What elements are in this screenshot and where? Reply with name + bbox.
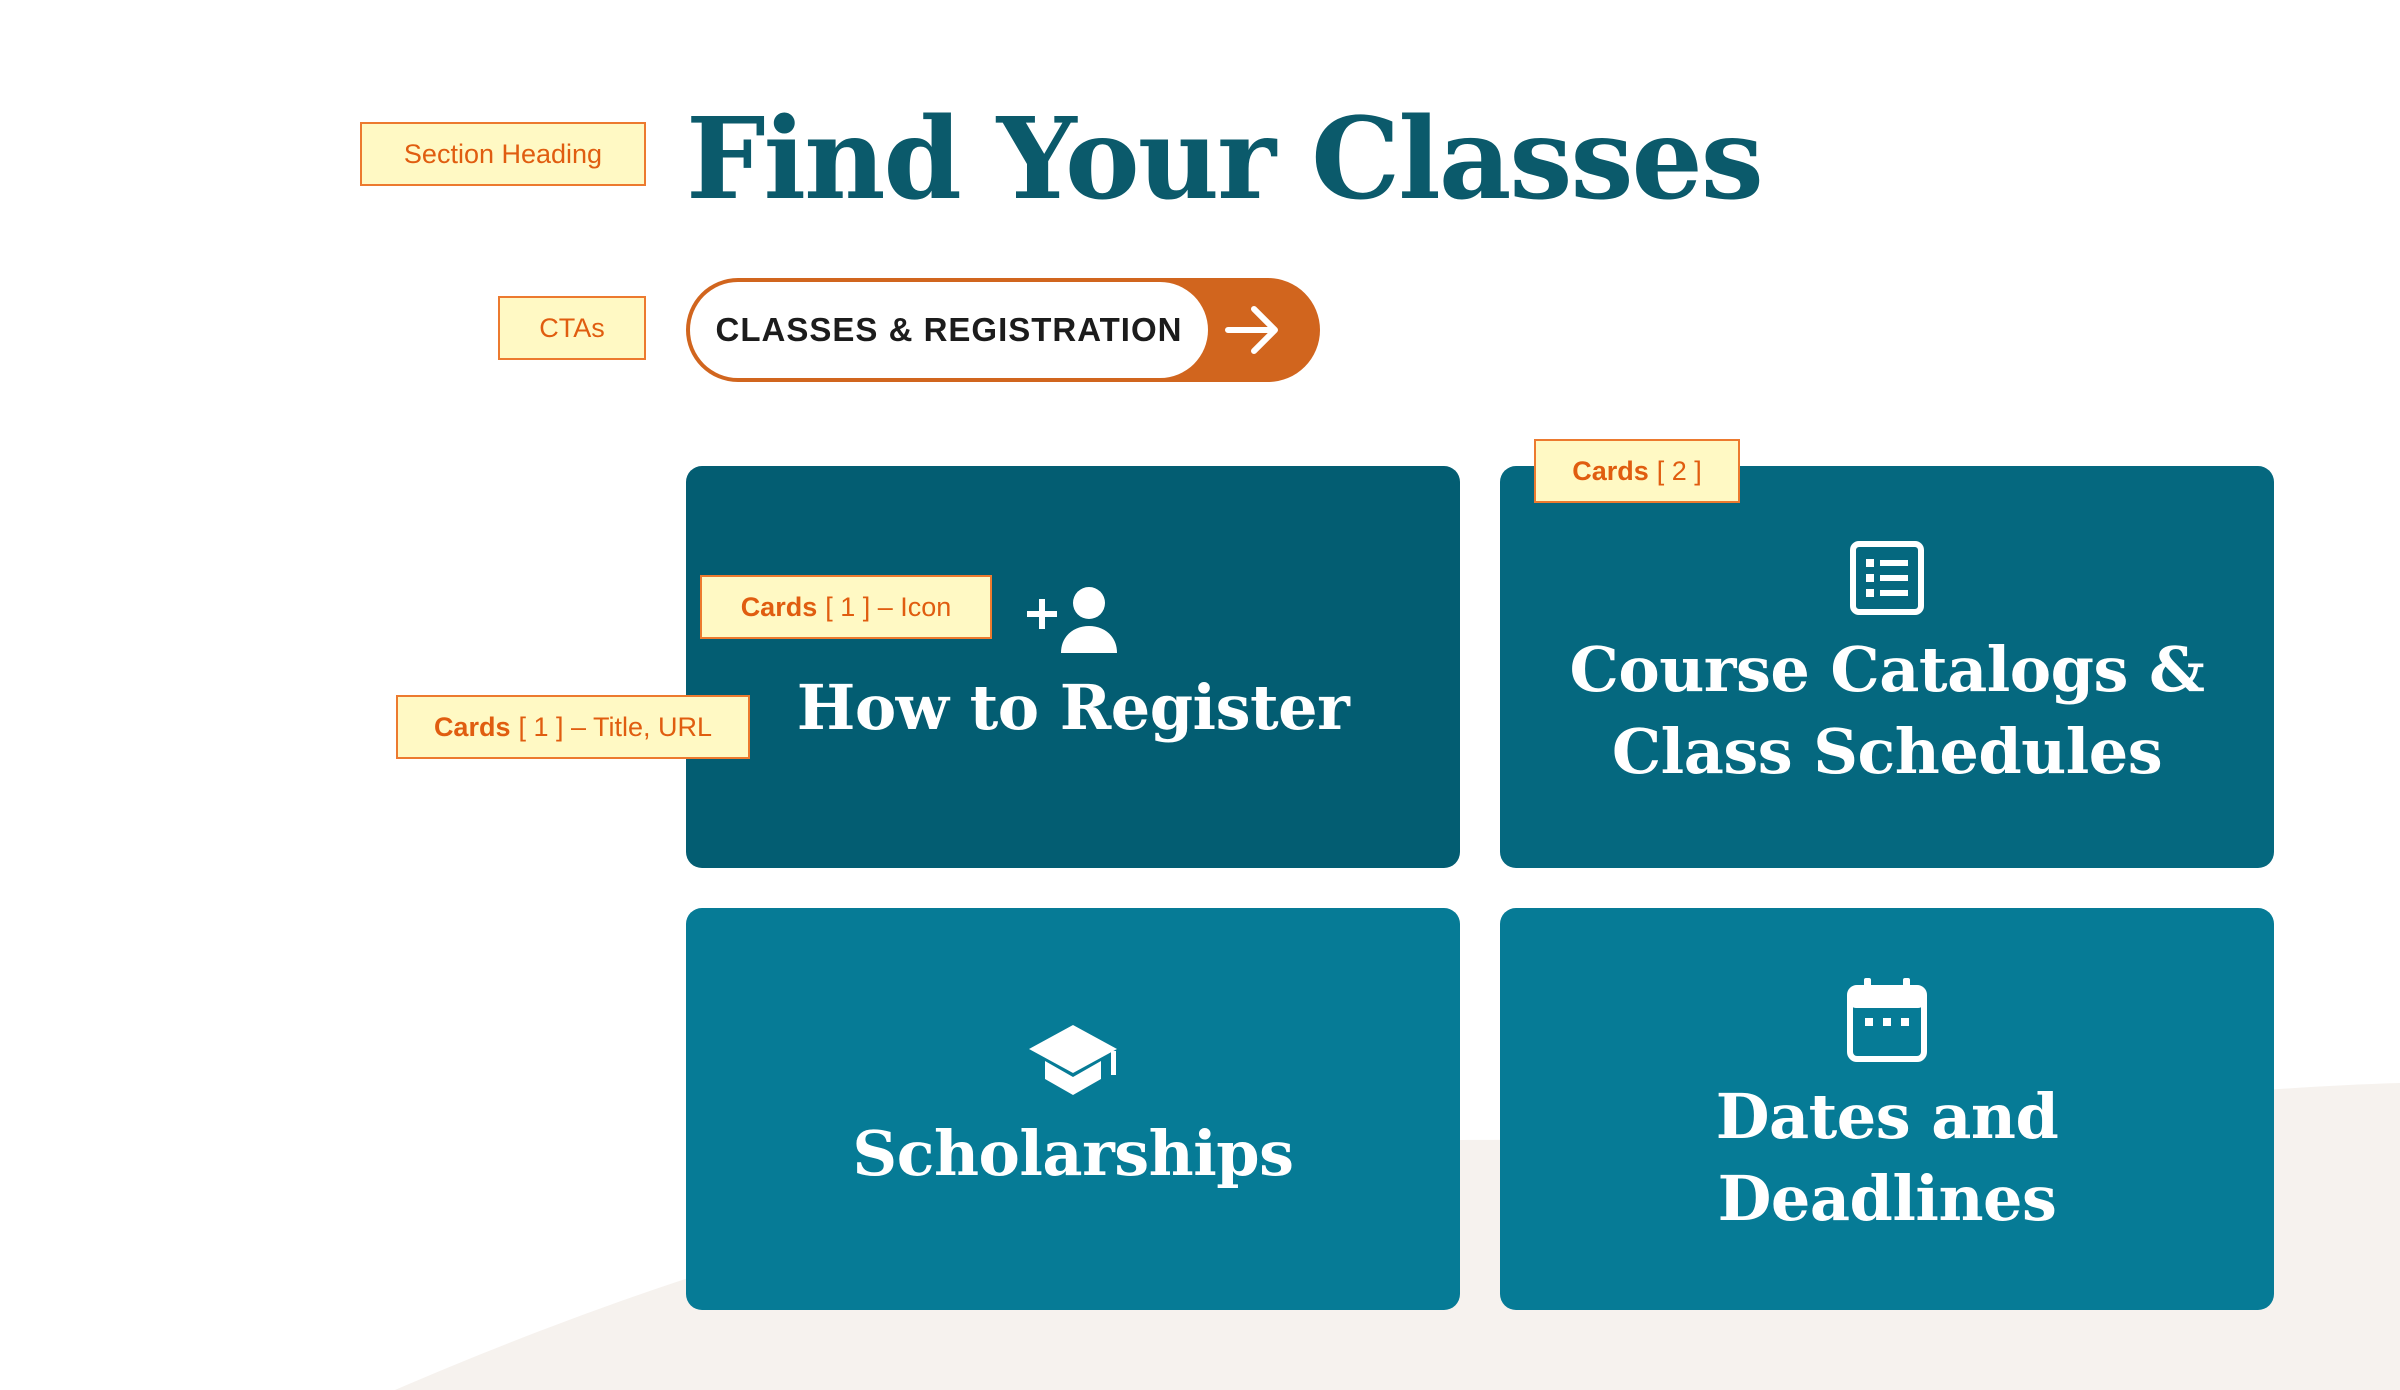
annotation-ctas: CTAs [498,296,646,360]
annotation-cards-1-title: Cards [ 1 ] – Title, URL [396,695,750,759]
annotation-bold: Cards [740,591,818,622]
annotation-text: [ 2 ] [1656,455,1702,486]
card-title: Dates and Deadlines [1715,1080,2059,1235]
graduation-cap-icon [1029,1025,1117,1095]
annotation-section-heading: Section Heading [360,122,646,186]
card-scholarships[interactable]: Scholarships [686,908,1460,1310]
annotation-bold: Cards [433,711,511,742]
classes-registration-button[interactable]: CLASSES & REGISTRATION [686,278,1320,382]
section-heading: Find Your Classes [686,94,1764,225]
arrow-right-icon [1225,306,1278,354]
card-title: Course Catalogs & Class Schedules [1569,633,2205,788]
cta-label: CLASSES & REGISTRATION [715,311,1183,348]
cta-label-pill: CLASSES & REGISTRATION [690,282,1208,378]
annotation-bold: Cards [1572,455,1649,486]
annotation-text: CTAs [539,312,605,343]
calendar-icon [1847,978,1927,1062]
annotation-cards-2: Cards [ 2 ] [1534,439,1740,503]
card-course-catalogs[interactable]: Course Catalogs & Class Schedules [1500,466,2274,868]
page: Find Your Classes CLASSES & REGISTRATION… [0,0,2400,1390]
add-person-icon [1027,587,1117,653]
list-document-icon [1850,541,1924,615]
card-title: How to Register [796,671,1350,744]
annotation-cards-1-icon: Cards [ 1 ] – Icon [700,575,992,639]
annotation-text: [ 1 ] – Icon [825,591,952,622]
card-how-to-register[interactable]: How to Register [686,466,1460,868]
card-dates-deadlines[interactable]: Dates and Deadlines [1500,908,2274,1310]
annotation-text: Section Heading [403,138,603,169]
card-title: Scholarships [852,1117,1294,1190]
annotation-text: [ 1 ] – Title, URL [518,711,713,742]
